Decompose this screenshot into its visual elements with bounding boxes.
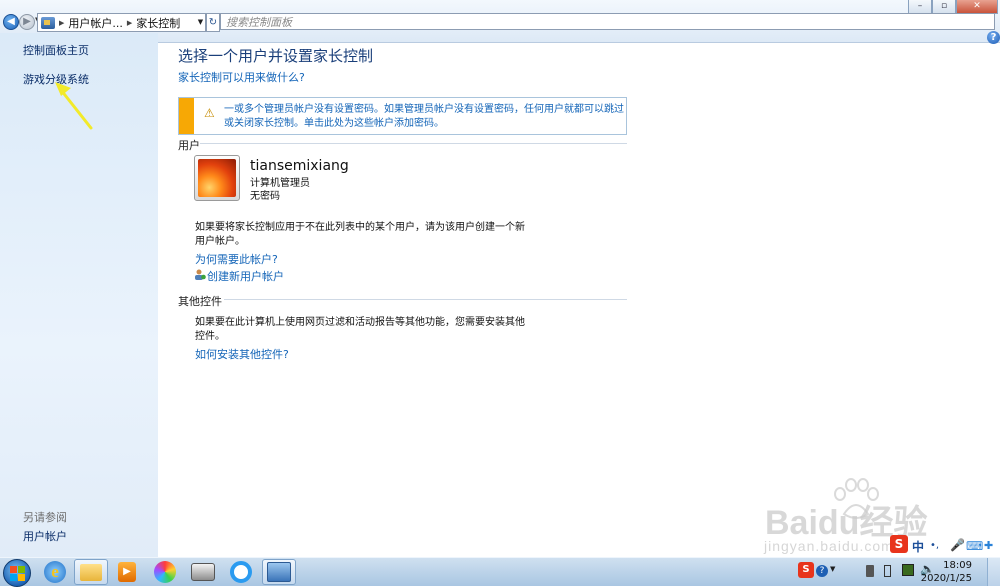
maximize-button[interactable]: ▫	[932, 0, 956, 14]
ime-settings-icon[interactable]: ✚	[984, 539, 993, 552]
create-new-user-link[interactable]: 创建新用户帐户	[207, 268, 284, 284]
section-divider	[200, 143, 627, 144]
user-avatar[interactable]	[194, 155, 240, 201]
other-controls-note: 如果要在此计算机上使用网页过滤和活动报告等其他功能，您需要安装其他控件。	[195, 317, 525, 342]
watermark-url: jingyan.baidu.com	[764, 538, 894, 554]
forward-button[interactable]: ▶	[19, 14, 35, 30]
section-divider	[224, 299, 627, 300]
warning-banner[interactable]: ⚠ 一或多个管理员帐户没有设置密码。如果管理员帐户没有设置密码，任何用户就都可以…	[178, 97, 627, 135]
control-panel-icon[interactable]	[262, 559, 296, 585]
help-tray-icon[interactable]: ?	[816, 565, 828, 577]
help-icon[interactable]: ?	[987, 31, 1000, 44]
clock-date: 2020/1/25	[920, 573, 972, 584]
ime-mode-label[interactable]: 中	[912, 538, 924, 555]
back-button[interactable]: ◀	[3, 14, 19, 30]
page-title: 选择一个用户并设置家长控制	[178, 47, 374, 65]
close-button[interactable]: ✕	[956, 0, 998, 14]
sogou-input-icon[interactable]: S	[890, 535, 908, 553]
why-need-account-link[interactable]: 为何需要此帐户?	[195, 251, 278, 267]
taskbar-clock[interactable]: 18:09 2020/1/25	[921, 559, 972, 585]
usb-device-icon[interactable]	[866, 565, 874, 577]
user-password-status: 无密码	[250, 191, 280, 202]
scanner-app-icon[interactable]	[186, 559, 220, 585]
file-explorer-icon[interactable]	[74, 559, 108, 585]
chevron-right-icon[interactable]: ▶	[59, 19, 64, 27]
chevron-right-icon[interactable]: ▶	[127, 19, 132, 27]
breadcrumb-parental-controls[interactable]: 家长控制	[136, 15, 180, 31]
breadcrumb-user-accounts[interactable]: 用户帐户...	[68, 15, 123, 31]
search-input[interactable]: 搜索控制面板	[220, 13, 995, 30]
user-accounts-link[interactable]: 用户帐户	[23, 528, 67, 544]
minimize-button[interactable]: –	[908, 0, 932, 14]
punctuation-icon[interactable]: •,	[930, 540, 939, 551]
action-center-flag-icon[interactable]	[902, 564, 914, 576]
taskbar: e ▶ S ? ▼ 🔈 18:09 2020/1/25	[0, 557, 1000, 587]
browser-app-icon[interactable]	[224, 559, 258, 585]
create-user-note: 如果要将家长控制应用于不在此列表中的某个用户，请为该用户创建一个新用户帐户。	[195, 222, 525, 247]
internet-explorer-icon[interactable]: e	[38, 559, 72, 585]
other-controls-section-label: 其他控件	[178, 295, 222, 308]
start-button[interactable]	[3, 559, 31, 587]
clock-time: 18:09	[943, 560, 972, 571]
warning-icon: ⚠	[204, 106, 215, 120]
media-player-icon[interactable]: ▶	[110, 559, 144, 585]
battery-icon[interactable]	[884, 565, 891, 577]
address-history-dropdown[interactable]: ▼	[196, 13, 206, 32]
control-panel-icon	[41, 16, 55, 29]
tray-overflow-icon[interactable]: ▼	[830, 565, 835, 573]
keyboard-icon[interactable]: ⌨	[966, 539, 983, 553]
parental-controls-help-link[interactable]: 家长控制可以用来做什么?	[178, 69, 305, 85]
warning-stripe	[179, 98, 194, 134]
address-bar[interactable]: ▶ 用户帐户... ▶ 家长控制	[37, 13, 218, 32]
add-user-icon	[195, 269, 206, 280]
microphone-icon[interactable]: 🎤	[950, 538, 965, 552]
install-other-controls-link[interactable]: 如何安装其他控件?	[195, 346, 289, 362]
warning-text[interactable]: 一或多个管理员帐户没有设置密码。如果管理员帐户没有设置密码，任何用户就都可以跳过…	[224, 103, 624, 131]
flower-avatar-image	[198, 159, 236, 197]
refresh-button[interactable]: ↻	[206, 13, 220, 32]
control-panel-home-link[interactable]: 控制面板主页	[23, 42, 89, 58]
yellow-arrow-annotation	[55, 82, 93, 130]
show-desktop-button[interactable]	[987, 558, 1000, 586]
sogou-ime-icon[interactable]: S	[798, 562, 814, 578]
color-wheel-app-icon[interactable]	[148, 559, 182, 585]
user-name[interactable]: tiansemixiang	[250, 158, 349, 174]
users-section-label: 用户	[178, 139, 200, 152]
window-controls: – ▫ ✕	[908, 0, 998, 14]
see-also-heading: 另请参阅	[23, 511, 67, 524]
